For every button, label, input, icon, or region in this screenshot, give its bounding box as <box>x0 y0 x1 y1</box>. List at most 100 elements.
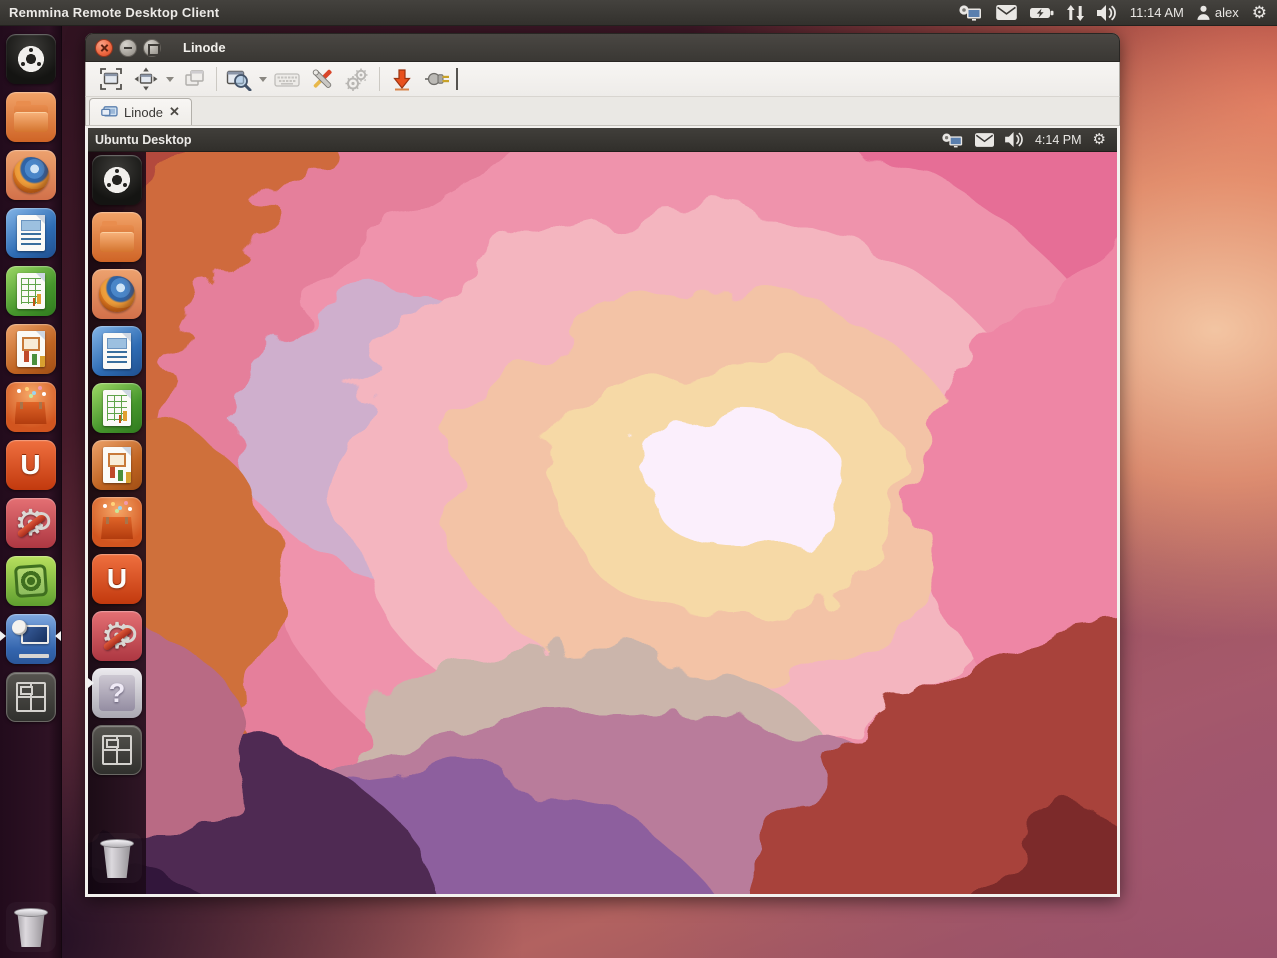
remote-focused-app-arrow <box>88 678 94 688</box>
toolbar-separator <box>216 67 217 91</box>
preferences-tools-button[interactable] <box>309 66 335 92</box>
keyboard-icon <box>19 654 49 658</box>
take-screenshot-button[interactable] <box>389 66 415 92</box>
text-cursor <box>456 68 458 90</box>
remote-menu-title[interactable]: Ubuntu Desktop <box>95 133 192 147</box>
remote-launcher-item-system-settings[interactable]: ⚙ <box>92 611 142 661</box>
remote-launcher-item-ubuntu-one[interactable]: U <box>92 554 142 604</box>
launcher-item-home-folder[interactable] <box>6 92 56 142</box>
launcher-item-remmina[interactable] <box>6 614 56 664</box>
trash-rim <box>14 908 48 917</box>
firefox-icon <box>13 157 49 193</box>
unity-launcher: U ⚙ <box>0 26 62 958</box>
trash-rim <box>100 839 134 848</box>
launcher-item-libreoffice-writer[interactable] <box>6 208 56 258</box>
confetti-icon <box>17 389 21 393</box>
page-fold <box>122 390 131 399</box>
remote-launcher-item-unknown-app[interactable]: ? <box>92 668 142 718</box>
remote-launcher-item-workspace-switcher[interactable] <box>92 725 142 775</box>
workspace-window-icon <box>106 739 119 748</box>
network-traffic-icon[interactable] <box>1067 5 1084 21</box>
volume-icon[interactable] <box>1005 132 1024 147</box>
page-fold <box>122 333 131 342</box>
window-title: Linode <box>183 40 226 55</box>
disconnect-plug-button[interactable] <box>424 66 450 92</box>
mail-icon[interactable] <box>975 133 994 147</box>
remote-unity-launcher: U ⚙ ? <box>88 152 146 894</box>
toggle-scaled-mode-button[interactable] <box>226 66 252 92</box>
remmina-window: Linode <box>85 33 1120 897</box>
host-indicator-area: 11:14 AM alex ⚙ <box>959 4 1277 21</box>
remote-session-gear-icon[interactable]: ⚙ <box>1093 132 1106 147</box>
updater-icon <box>13 564 47 598</box>
connection-tabbar: Linode ✕ <box>85 97 1120 126</box>
launcher-item-dash-home[interactable] <box>6 34 56 84</box>
user-icon <box>1197 5 1210 20</box>
page-fold <box>36 215 45 224</box>
remote-indicator-area: 4:14 PM ⚙ <box>942 132 1110 148</box>
toolbar-separator <box>379 67 380 91</box>
ubuntu-one-icon: U <box>92 554 142 604</box>
focused-app-arrow-left <box>0 631 6 641</box>
shopping-bag-icon <box>15 402 47 424</box>
fit-window-button[interactable] <box>133 66 159 92</box>
launcher-item-ubuntu-one[interactable]: U <box>6 440 56 490</box>
launcher-item-system-settings[interactable]: ⚙ <box>6 498 56 548</box>
remote-launcher-item-trash[interactable] <box>92 833 142 883</box>
host-clock[interactable]: 11:14 AM <box>1130 5 1184 20</box>
shopping-bag-icon <box>101 517 133 539</box>
scaled-mode-dropdown-caret[interactable] <box>259 77 267 82</box>
session-gear-icon[interactable]: ⚙ <box>1252 4 1267 21</box>
remote-session-indicator-icon[interactable] <box>959 4 983 21</box>
launcher-item-trash[interactable] <box>6 902 56 952</box>
question-mark-icon: ? <box>99 675 135 711</box>
toggle-fullscreen-button[interactable] <box>98 66 124 92</box>
launcher-item-software-center[interactable] <box>6 382 56 432</box>
remote-launcher-item-software-center[interactable] <box>92 497 142 547</box>
fit-window-dropdown-caret[interactable] <box>166 77 174 82</box>
folder-icon <box>100 225 134 252</box>
confetti-icon <box>103 504 107 508</box>
remote-clock[interactable]: 4:14 PM <box>1035 133 1082 147</box>
remote-launcher-item-libreoffice-calc[interactable] <box>92 383 142 433</box>
duplicate-connection-button[interactable] <box>181 66 207 92</box>
username: alex <box>1215 5 1239 20</box>
tab-linode[interactable]: Linode ✕ <box>89 98 192 125</box>
launcher-item-libreoffice-calc[interactable] <box>6 266 56 316</box>
battery-icon[interactable] <box>1030 6 1054 20</box>
page-fold <box>122 447 131 456</box>
user-menu[interactable]: alex <box>1197 5 1239 20</box>
ubuntu-logo-icon <box>92 155 142 205</box>
tab-close-icon[interactable]: ✕ <box>169 104 180 120</box>
launcher-item-libreoffice-impress[interactable] <box>6 324 56 374</box>
page-fold <box>36 331 45 340</box>
maximize-button[interactable] <box>143 39 161 57</box>
close-button[interactable] <box>95 39 113 57</box>
host-top-panel: Remmina Remote Desktop Client 11:14 AM a… <box>0 0 1277 26</box>
focused-app-arrow-right <box>55 631 61 641</box>
launcher-item-workspace-switcher[interactable] <box>6 672 56 722</box>
ubuntu-one-icon: U <box>6 440 56 490</box>
firefox-icon <box>99 276 135 312</box>
satellite-dish-icon <box>12 620 27 635</box>
remote-desktop-viewport[interactable]: Ubuntu Desktop 4:14 PM ⚙ <box>85 126 1120 897</box>
remote-launcher-item-libreoffice-writer[interactable] <box>92 326 142 376</box>
remote-launcher-item-home-folder[interactable] <box>92 212 142 262</box>
remote-wallpaper <box>88 152 1117 894</box>
minimize-button[interactable] <box>119 39 137 57</box>
remote-launcher-item-firefox[interactable] <box>92 269 142 319</box>
grab-keyboard-button[interactable] <box>274 66 300 92</box>
folder-icon <box>14 105 48 132</box>
launcher-item-firefox[interactable] <box>6 150 56 200</box>
focused-app-title: Remmina Remote Desktop Client <box>0 5 219 20</box>
volume-icon[interactable] <box>1097 5 1117 21</box>
remote-session-indicator-icon[interactable] <box>942 132 964 148</box>
window-titlebar[interactable]: Linode <box>85 33 1120 62</box>
tab-label: Linode <box>124 105 163 120</box>
launcher-item-software-updater[interactable] <box>6 556 56 606</box>
mail-icon[interactable] <box>996 5 1017 20</box>
extra-tools-button[interactable] <box>344 66 370 92</box>
remote-launcher-item-libreoffice-impress[interactable] <box>92 440 142 490</box>
workspace-window-icon <box>20 686 33 695</box>
remote-launcher-item-dash-home[interactable] <box>92 155 142 205</box>
